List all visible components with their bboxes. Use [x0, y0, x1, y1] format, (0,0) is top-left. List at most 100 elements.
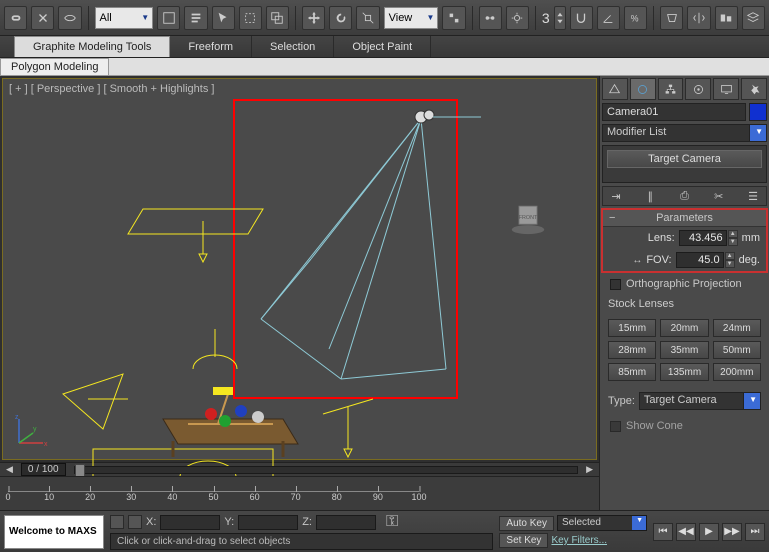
tab-modify-icon[interactable] — [630, 78, 656, 100]
tab-utilities-icon[interactable] — [741, 78, 767, 100]
percent-snap-icon[interactable]: % — [624, 6, 647, 30]
lens-input[interactable] — [679, 230, 727, 246]
lens-135mm[interactable]: 135mm — [660, 363, 708, 381]
show-cone-checkbox[interactable] — [610, 421, 621, 432]
collapse-icon[interactable]: − — [609, 212, 615, 224]
modifier-stack[interactable]: Target Camera — [602, 145, 767, 183]
align-icon[interactable] — [715, 6, 738, 30]
ribbon-tab-selection[interactable]: Selection — [252, 36, 334, 57]
lens-28mm[interactable]: 28mm — [608, 341, 656, 359]
select-name-icon[interactable] — [184, 6, 207, 30]
object-name-field[interactable]: Camera01 — [602, 103, 746, 121]
fov-unit: deg. — [739, 254, 760, 266]
ortho-checkbox[interactable] — [610, 279, 621, 290]
main-toolbar: All View 3 % — [0, 0, 769, 36]
manipulate-icon[interactable] — [479, 6, 502, 30]
snap-icon[interactable] — [570, 6, 593, 30]
lens-spin-down[interactable]: ▼ — [728, 238, 738, 246]
pivot-icon[interactable] — [442, 6, 465, 30]
fov-dir-icon[interactable]: ↔ — [632, 255, 642, 266]
ribbon-tab-freeform[interactable]: Freeform — [170, 36, 252, 57]
tab-create-icon[interactable] — [602, 78, 628, 100]
ribbon-tab-object-paint[interactable]: Object Paint — [334, 36, 431, 57]
lens-85mm[interactable]: 85mm — [608, 363, 656, 381]
ribbon-tab-graphite[interactable]: Graphite Modeling Tools — [14, 36, 170, 57]
type-value: Target Camera — [644, 394, 717, 406]
select-icon[interactable] — [157, 6, 180, 30]
viewcube[interactable]: FRONT — [510, 199, 546, 235]
fov-spin-up[interactable]: ▲ — [725, 252, 735, 260]
lens-35mm[interactable]: 35mm — [660, 341, 708, 359]
play-icon[interactable]: ▶ — [699, 523, 719, 541]
next-frame-icon[interactable]: ▶▶ — [722, 523, 742, 541]
marquee-icon[interactable] — [239, 6, 262, 30]
angle-snap-icon[interactable] — [597, 6, 620, 30]
rollout-header-parameters[interactable]: − Parameters — [603, 210, 766, 227]
key-target-dropdown[interactable]: Selected — [557, 515, 647, 531]
fov-spin-down[interactable]: ▼ — [725, 260, 735, 268]
link-icon[interactable] — [4, 6, 27, 30]
window-crossing-icon[interactable] — [266, 6, 289, 30]
lens-label: Lens: — [648, 232, 675, 244]
selected-label: Selected — [562, 517, 601, 528]
ortho-label: Orthographic Projection — [626, 278, 742, 290]
type-label: Type: — [608, 395, 635, 407]
modifier-list-dropdown[interactable]: Modifier List — [602, 124, 767, 142]
fov-input[interactable] — [676, 252, 724, 268]
ribbon-tabs: Graphite Modeling Tools Freeform Selecti… — [0, 36, 769, 58]
ribbon-subrow: Polygon Modeling — [0, 58, 769, 76]
key-lock-icon[interactable] — [128, 515, 142, 529]
rotate-icon[interactable] — [329, 6, 352, 30]
time-slider[interactable] — [74, 466, 579, 474]
lens-spin-up[interactable]: ▲ — [728, 230, 738, 238]
selection-filter-dropdown[interactable]: All — [95, 7, 154, 29]
remove-mod-icon[interactable]: ✂ — [712, 189, 726, 203]
named-sel-icon[interactable] — [660, 6, 683, 30]
modifier-list-label: Modifier List — [607, 126, 666, 138]
lens-20mm[interactable]: 20mm — [660, 319, 708, 337]
lens-15mm[interactable]: 15mm — [608, 319, 656, 337]
show-cone-label: Show Cone — [626, 420, 683, 432]
tab-display-icon[interactable] — [713, 78, 739, 100]
filter-label: All — [100, 12, 112, 24]
setkey-button[interactable]: Set Key — [499, 533, 548, 548]
mirror-icon[interactable] — [687, 6, 710, 30]
scale-icon[interactable] — [356, 6, 379, 30]
z-field[interactable] — [316, 515, 376, 530]
x-field[interactable] — [160, 515, 220, 530]
goto-start-icon[interactable]: ⏮ — [653, 523, 673, 541]
ref-coord-dropdown[interactable]: View — [384, 7, 439, 29]
pin-stack-icon[interactable]: ⇥ — [609, 189, 623, 203]
cursor-icon[interactable] — [212, 6, 235, 30]
move-icon[interactable] — [302, 6, 325, 30]
prev-frame-icon[interactable]: ◀◀ — [676, 523, 696, 541]
unique-icon[interactable]: ⎙ — [678, 189, 692, 203]
unlink-icon[interactable] — [31, 6, 54, 30]
autokey-button[interactable]: Auto Key — [499, 516, 554, 531]
tick: 70 — [291, 492, 301, 502]
lens-24mm[interactable]: 24mm — [713, 319, 761, 337]
lock-selection-icon[interactable] — [110, 515, 124, 529]
spinner-arrows-icon[interactable] — [554, 6, 566, 30]
keymode-icon[interactable] — [506, 6, 529, 30]
tab-motion-icon[interactable] — [685, 78, 711, 100]
camera-type-dropdown[interactable]: Target Camera — [639, 392, 761, 410]
goto-end-icon[interactable]: ⏭ — [745, 523, 765, 541]
tab-hierarchy-icon[interactable] — [658, 78, 684, 100]
object-color-swatch[interactable] — [749, 103, 767, 121]
stack-item-target-camera[interactable]: Target Camera — [607, 150, 762, 168]
layers-icon[interactable] — [742, 6, 765, 30]
lens-200mm[interactable]: 200mm — [713, 363, 761, 381]
subtab-polygon-modeling[interactable]: Polygon Modeling — [0, 58, 109, 76]
timeline[interactable]: 0 10 20 30 40 50 60 70 80 90 100 — [0, 476, 599, 510]
configure-icon[interactable]: ☰ — [746, 189, 760, 203]
maxscript-listener[interactable]: Welcome to MAXS — [4, 515, 104, 549]
show-end-icon[interactable]: ∥ — [643, 189, 657, 203]
key-big-icon[interactable]: ⚿ — [386, 513, 398, 531]
lens-50mm[interactable]: 50mm — [713, 341, 761, 359]
viewport-label[interactable]: [ + ] [ Perspective ] [ Smooth + Highlig… — [9, 83, 214, 95]
y-field[interactable] — [238, 515, 298, 530]
viewport-perspective[interactable]: [ + ] [ Perspective ] [ Smooth + Highlig… — [2, 78, 597, 460]
keyfilters-link[interactable]: Key Filters... — [551, 535, 607, 546]
bind-icon[interactable] — [58, 6, 81, 30]
